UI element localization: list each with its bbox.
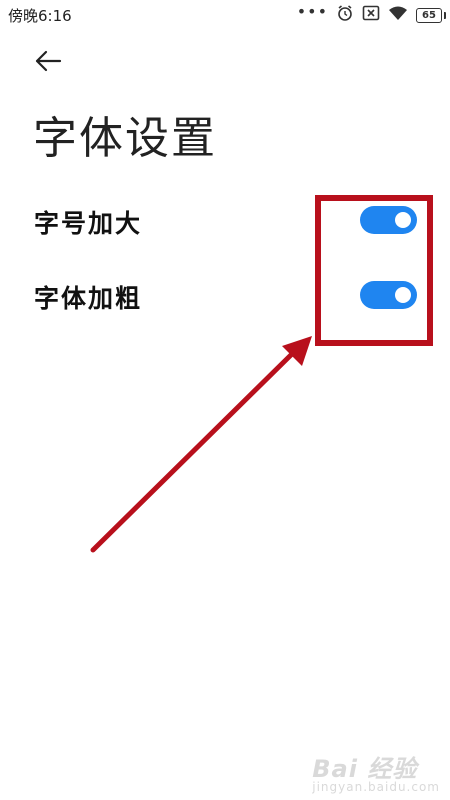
watermark-sub: jingyan.baidu.com bbox=[312, 780, 440, 794]
font-settings-page: 傍晚6:16 ••• 65 字体设置 字号加大 字体加粗 Bai 经验 jing… bbox=[0, 0, 450, 800]
no-sim-icon bbox=[362, 5, 380, 25]
battery-icon: 65 bbox=[416, 7, 446, 23]
status-icons: ••• 65 bbox=[296, 2, 446, 26]
setting-label: 字体加粗 bbox=[34, 284, 143, 313]
alarm-icon bbox=[336, 4, 354, 26]
watermark: Bai 经验 jingyan.baidu.com bbox=[312, 749, 440, 794]
annotation-highlight-box bbox=[315, 195, 433, 346]
page-title: 字体设置 bbox=[33, 113, 217, 164]
wifi-icon bbox=[388, 5, 408, 25]
more-dots-icon: ••• bbox=[296, 2, 328, 21]
back-arrow-icon bbox=[35, 50, 62, 72]
status-time: 傍晚6:16 bbox=[8, 7, 72, 25]
back-button[interactable] bbox=[32, 46, 64, 76]
status-bar: 傍晚6:16 ••• 65 bbox=[0, 0, 450, 30]
watermark-brand: Bai 经验 bbox=[312, 755, 418, 783]
setting-label: 字号加大 bbox=[34, 209, 143, 238]
